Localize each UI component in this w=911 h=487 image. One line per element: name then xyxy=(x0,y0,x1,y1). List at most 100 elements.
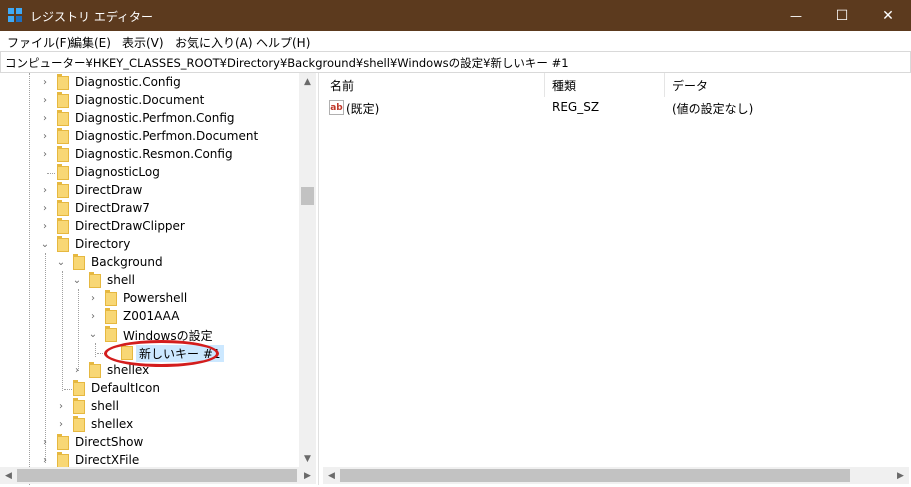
folder-open-icon xyxy=(57,236,69,252)
tree-item-diagnostic-perfmon-document[interactable]: › Diagnostic.Perfmon.Document xyxy=(0,128,298,146)
tree-item-diagnosticlog[interactable]: DiagnosticLog xyxy=(0,164,298,182)
tree-item-label: shell xyxy=(107,273,135,287)
tree-item-shell[interactable]: ⌄ shell xyxy=(0,272,298,290)
scroll-down-icon[interactable]: ▼ xyxy=(299,450,316,467)
scroll-left-icon[interactable]: ◀ xyxy=(323,467,340,484)
tree-horizontal-scrollbar[interactable]: ◀ ▶ xyxy=(0,467,316,484)
tree-item-label: Diagnostic.Perfmon.Config xyxy=(75,111,235,125)
address-bar[interactable]: コンピューター¥HKEY_CLASSES_ROOT¥Directory¥Back… xyxy=(0,51,911,73)
close-button[interactable]: ✕ xyxy=(865,0,911,31)
scroll-left-icon[interactable]: ◀ xyxy=(0,467,17,484)
window-title: レジストリ エディター xyxy=(30,10,153,24)
folder-icon xyxy=(57,128,69,144)
tree-item-diagnostic-resmon-config[interactable]: › Diagnostic.Resmon.Config xyxy=(0,146,298,164)
tree-item-label: Z001AAA xyxy=(123,309,180,323)
scroll-right-icon[interactable]: ▶ xyxy=(892,467,909,484)
chevron-down-icon[interactable]: ⌄ xyxy=(72,276,82,286)
scroll-up-icon[interactable]: ▲ xyxy=(299,73,316,90)
tree-item-directdraw7[interactable]: › DirectDraw7 xyxy=(0,200,298,218)
chevron-right-icon[interactable]: › xyxy=(40,204,50,214)
tree-item-directdrawclipper[interactable]: › DirectDrawClipper xyxy=(0,218,298,236)
folder-icon xyxy=(105,308,117,324)
value-name[interactable]: (既定) xyxy=(346,100,379,117)
maximize-button[interactable]: ☐ xyxy=(819,0,865,31)
chevron-right-icon[interactable]: › xyxy=(40,438,50,448)
folder-icon xyxy=(57,434,69,450)
folder-icon xyxy=(57,452,69,468)
scroll-thumb[interactable] xyxy=(17,469,297,482)
chevron-right-icon[interactable]: › xyxy=(88,312,98,322)
tree-item-diagnostic-perfmon-config[interactable]: › Diagnostic.Perfmon.Config xyxy=(0,110,298,128)
chevron-down-icon[interactable]: ⌄ xyxy=(56,258,66,268)
title-bar: レジストリ エディター — ☐ ✕ xyxy=(0,0,911,31)
scroll-thumb[interactable] xyxy=(301,187,314,205)
tree-item-label: DirectXFile xyxy=(75,453,140,467)
folder-icon xyxy=(57,74,69,90)
tree-vertical-scrollbar[interactable]: ▲ ▼ xyxy=(299,73,316,467)
folder-icon xyxy=(105,290,117,306)
folder-open-icon xyxy=(105,326,117,342)
chevron-right-icon[interactable]: › xyxy=(40,222,50,232)
tree-item-diagnostic-document[interactable]: › Diagnostic.Document xyxy=(0,92,298,110)
chevron-right-icon[interactable]: › xyxy=(72,366,82,376)
tree-item-label: Diagnostic.Document xyxy=(75,93,205,107)
chevron-right-icon[interactable]: › xyxy=(40,114,50,124)
menu-edit[interactable]: 編集(E) xyxy=(70,34,111,51)
folder-open-icon xyxy=(73,254,85,270)
tree-item-defaulticon[interactable]: DefaultIcon xyxy=(0,380,298,398)
tree-item-label: DirectShow xyxy=(75,435,144,449)
folder-icon xyxy=(57,92,69,108)
tree-item-directory[interactable]: ⌄ Directory xyxy=(0,236,298,254)
folder-icon xyxy=(57,164,69,180)
folder-icon xyxy=(73,380,85,396)
tree-item-label: DirectDraw xyxy=(75,183,143,197)
tree-item-label: DefaultIcon xyxy=(91,381,160,395)
tree-item-shellex-directory[interactable]: › shellex xyxy=(0,416,298,434)
registry-editor-icon xyxy=(8,8,22,22)
tree-item-label: shellex xyxy=(91,417,134,431)
chevron-right-icon[interactable]: › xyxy=(40,132,50,142)
chevron-down-icon[interactable]: ⌄ xyxy=(88,330,98,340)
chevron-right-icon[interactable]: › xyxy=(40,456,50,466)
tree-item-powershell[interactable]: › Powershell xyxy=(0,290,298,308)
chevron-right-icon[interactable]: › xyxy=(40,150,50,160)
tree-item-label: Powershell xyxy=(123,291,188,305)
tree-item-label: shell xyxy=(91,399,119,413)
chevron-right-icon[interactable]: › xyxy=(40,78,50,88)
tree-item-directshow[interactable]: › DirectShow xyxy=(0,434,298,452)
menu-bar: ファイル(F) 編集(E) 表示(V) お気に入り(A) ヘルプ(H) xyxy=(0,31,911,51)
chevron-right-icon[interactable]: › xyxy=(88,294,98,304)
values-horizontal-scrollbar[interactable]: ◀ ▶ xyxy=(323,467,909,484)
menu-view[interactable]: 表示(V) xyxy=(122,34,164,51)
tree-item-label: DiagnosticLog xyxy=(75,165,160,179)
values-pane[interactable]: 名前 種類 データ ab (既定) REG_SZ (値の設定なし) xyxy=(323,73,909,485)
tree-item-label: DirectDraw7 xyxy=(75,201,150,215)
chevron-right-icon[interactable]: › xyxy=(40,96,50,106)
menu-help[interactable]: ヘルプ(H) xyxy=(256,34,310,51)
tree-item-label: Diagnostic.Resmon.Config xyxy=(75,147,233,161)
menu-favorites[interactable]: お気に入り(A) xyxy=(175,34,253,51)
folder-icon xyxy=(73,398,85,414)
chevron-right-icon[interactable]: › xyxy=(40,186,50,196)
tree-item-label: Diagnostic.Perfmon.Document xyxy=(75,129,259,143)
column-header-name[interactable]: 名前 xyxy=(323,73,545,97)
chevron-right-icon[interactable]: › xyxy=(56,420,66,430)
key-tree-pane[interactable]: › Diagnostic.Config › Diagnostic.Documen… xyxy=(0,73,319,485)
column-header-data[interactable]: データ xyxy=(665,73,909,97)
tree-item-z001aaa[interactable]: › Z001AAA xyxy=(0,308,298,326)
folder-icon xyxy=(57,146,69,162)
tree-item-directdraw[interactable]: › DirectDraw xyxy=(0,182,298,200)
chevron-right-icon[interactable]: › xyxy=(56,402,66,412)
chevron-down-icon[interactable]: ⌄ xyxy=(40,240,50,250)
tree-item-background[interactable]: ⌄ Background xyxy=(0,254,298,272)
scroll-right-icon[interactable]: ▶ xyxy=(299,467,316,484)
tree-item-shell-directory[interactable]: › shell xyxy=(0,398,298,416)
tree-item-diagnostic-config[interactable]: › Diagnostic.Config xyxy=(0,74,298,92)
minimize-button[interactable]: — xyxy=(773,0,819,31)
column-header-type[interactable]: 種類 xyxy=(545,73,665,97)
address-path[interactable]: コンピューター¥HKEY_CLASSES_ROOT¥Directory¥Back… xyxy=(5,55,569,71)
tree-item-label: Background xyxy=(91,255,163,269)
scroll-thumb[interactable] xyxy=(340,469,850,482)
highlight-annotation xyxy=(104,340,219,367)
menu-file[interactable]: ファイル(F) xyxy=(7,34,71,51)
